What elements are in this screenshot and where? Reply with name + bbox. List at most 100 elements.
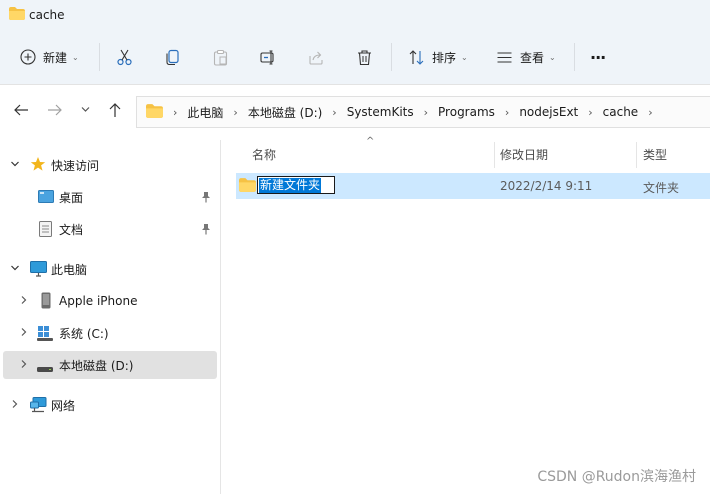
back-arrow-icon[interactable] — [13, 102, 29, 121]
up-arrow-icon[interactable] — [107, 102, 123, 121]
network-icon — [30, 397, 47, 416]
sidebar-item-label: 快速访问 — [51, 158, 100, 173]
sidebar-item-network[interactable]: 网络 — [3, 391, 217, 419]
watermark: CSDN @Rudon滨海渔村 — [537, 469, 696, 485]
chevron-right-icon[interactable]: › — [424, 106, 428, 119]
chevron-right-icon: › — [173, 105, 178, 119]
plus-circle-icon — [20, 49, 36, 65]
file-type: 文件夹 — [643, 181, 680, 195]
sidebar-item-label: Apple iPhone — [59, 294, 138, 308]
chevron-right-icon[interactable] — [10, 399, 20, 412]
sidebar-item-documents[interactable]: 文档 — [3, 215, 217, 243]
sidebar-item-label: 桌面 — [59, 190, 84, 205]
cut-button[interactable] — [116, 44, 133, 70]
navigation-pane: 快速访问 桌面 文档 此电脑 Apple iPhone 系统 (C:) 本地磁盘… — [0, 140, 221, 494]
copy-button[interactable] — [164, 44, 181, 70]
sidebar-item-label: 文档 — [59, 222, 84, 237]
column-header-modified[interactable]: 修改日期 — [500, 140, 548, 168]
pin-icon — [201, 191, 211, 206]
paste-button[interactable] — [212, 44, 229, 70]
sidebar-item-label: 网络 — [51, 398, 76, 413]
toolbar-divider — [574, 43, 575, 71]
command-bar: 新建 ⌄ 排序 ⌄ 查看 ⌄ ··· — [0, 30, 710, 85]
chevron-down-icon: ⌄ — [549, 52, 556, 62]
chevron-down-icon[interactable] — [10, 159, 20, 172]
chevron-right-icon[interactable] — [19, 327, 29, 340]
sidebar-item-label: 本地磁盘 (D:) — [59, 358, 134, 373]
copy-icon — [164, 49, 181, 66]
sidebar-item-this-pc[interactable]: 此电脑 — [3, 255, 217, 283]
rename-selected-text: 新建文件夹 — [259, 177, 322, 193]
share-button[interactable] — [308, 44, 325, 70]
folder-icon — [9, 7, 25, 23]
breadcrumb-item[interactable]: cache — [603, 105, 639, 119]
breadcrumb-item[interactable]: 此电脑 — [187, 104, 223, 121]
breadcrumb-item[interactable]: SystemKits — [347, 105, 414, 119]
column-divider[interactable] — [494, 142, 495, 168]
phone-icon — [41, 292, 51, 312]
sort-button[interactable]: 排序 ⌄ — [408, 44, 468, 70]
sidebar-item-local-disk-d[interactable]: 本地磁盘 (D:) — [3, 351, 217, 379]
sidebar-item-system-c[interactable]: 系统 (C:) — [3, 319, 217, 347]
document-icon — [39, 221, 52, 240]
sort-ascending-icon: ^ — [366, 136, 375, 147]
pin-icon — [201, 223, 211, 238]
view-button-label: 查看 — [520, 50, 545, 65]
more-options-button[interactable]: ··· — [590, 44, 606, 70]
windows-drive-icon — [37, 325, 53, 344]
rename-icon — [260, 49, 277, 66]
folder-icon — [146, 103, 163, 121]
chevron-right-icon[interactable]: › — [505, 106, 509, 119]
rename-input[interactable]: 新建文件夹 — [257, 176, 335, 194]
folder-icon — [239, 178, 256, 195]
sort-button-label: 排序 — [432, 50, 457, 65]
sidebar-item-label: 此电脑 — [51, 262, 88, 277]
modified-date: 2022/2/14 9:11 — [500, 179, 593, 193]
column-header-type[interactable]: 类型 — [643, 140, 667, 168]
column-divider[interactable] — [636, 142, 637, 168]
sort-arrows-icon — [408, 49, 425, 66]
breadcrumb: › 此电脑 › 本地磁盘 (D:) › SystemKits › Program… — [163, 104, 663, 121]
sidebar-item-desktop[interactable]: 桌面 — [3, 183, 217, 211]
recent-locations-chevron-icon[interactable] — [80, 104, 91, 118]
chevron-right-icon[interactable]: › — [648, 106, 652, 119]
window-title: cache — [29, 8, 65, 22]
rename-button[interactable] — [260, 44, 277, 70]
share-icon — [308, 49, 325, 66]
navigation-bar: › 此电脑 › 本地磁盘 (D:) › SystemKits › Program… — [0, 85, 710, 137]
chevron-down-icon: ⌄ — [461, 52, 468, 62]
chevron-down-icon[interactable] — [10, 263, 20, 276]
file-list: ^ 名称 修改日期 类型 新建文件夹 2022/2/14 9:11 文件夹 — [221, 136, 710, 494]
title-bar: cache — [0, 0, 710, 30]
chevron-right-icon[interactable] — [19, 295, 29, 308]
breadcrumb-item[interactable]: 本地磁盘 (D:) — [248, 104, 322, 121]
sidebar-item-quick-access[interactable]: 快速访问 — [3, 151, 217, 179]
drive-icon — [37, 362, 53, 376]
address-bar[interactable]: › 此电脑 › 本地磁盘 (D:) › SystemKits › Program… — [136, 96, 710, 128]
desktop-icon — [38, 190, 54, 207]
sidebar-item-apple-iphone[interactable]: Apple iPhone — [3, 287, 217, 315]
list-view-icon — [496, 49, 513, 66]
chevron-down-icon: ⌄ — [72, 52, 79, 62]
toolbar-divider — [391, 43, 392, 71]
clipboard-icon — [212, 49, 229, 66]
new-button[interactable]: 新建 ⌄ — [20, 44, 79, 70]
forward-arrow-icon[interactable] — [47, 102, 63, 121]
delete-button[interactable] — [356, 44, 373, 70]
sidebar-item-label: 系统 (C:) — [59, 326, 109, 341]
trash-icon — [356, 49, 373, 66]
column-header-name[interactable]: 名称 — [252, 140, 276, 168]
star-icon — [30, 156, 46, 175]
chevron-right-icon[interactable] — [19, 359, 29, 372]
new-button-label: 新建 — [43, 50, 68, 65]
breadcrumb-item[interactable]: nodejsExt — [519, 105, 578, 119]
breadcrumb-item[interactable]: Programs — [438, 105, 495, 119]
scissors-icon — [116, 49, 133, 66]
chevron-right-icon[interactable]: › — [332, 106, 336, 119]
chevron-right-icon[interactable]: › — [233, 106, 237, 119]
view-button[interactable]: 查看 ⌄ — [496, 44, 556, 70]
chevron-right-icon[interactable]: › — [588, 106, 592, 119]
toolbar-divider — [99, 43, 100, 71]
computer-icon — [30, 261, 47, 280]
table-row[interactable]: 新建文件夹 2022/2/14 9:11 文件夹 — [236, 173, 710, 199]
